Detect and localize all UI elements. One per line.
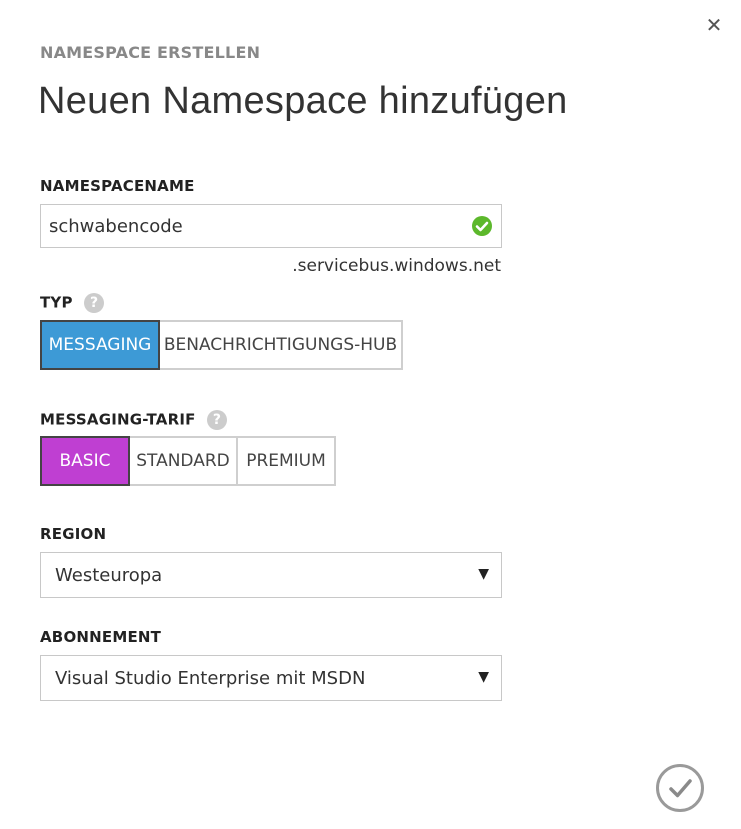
confirm-button[interactable]	[656, 764, 704, 812]
tarif-option-basic[interactable]: BASIC	[40, 436, 130, 486]
typ-option-messaging[interactable]: MESSAGING	[40, 320, 160, 370]
caret-down-icon: ▼	[478, 566, 489, 582]
abonnement-select-value: Visual Studio Enterprise mit MSDN	[55, 668, 366, 689]
typ-toggle-group: MESSAGING BENACHRICHTIGUNGS-HUB	[40, 320, 403, 370]
tarif-label-row: MESSAGING-TARIF ?	[40, 410, 227, 430]
namespace-suffix: .servicebus.windows.net	[292, 256, 501, 276]
typ-option-notification-hub[interactable]: BENACHRICHTIGUNGS-HUB	[158, 320, 403, 370]
abonnement-label: ABONNEMENT	[40, 628, 162, 646]
caret-down-icon: ▼	[478, 669, 489, 685]
typ-label-row: TYP ?	[40, 293, 105, 313]
tarif-option-premium[interactable]: PREMIUM	[236, 436, 336, 486]
close-icon[interactable]: ✕	[703, 14, 725, 36]
tarif-label: MESSAGING-TARIF	[40, 410, 196, 429]
help-icon[interactable]: ?	[84, 293, 105, 313]
region-label: REGION	[40, 525, 107, 543]
namespace-input-value: schwabencode	[49, 216, 183, 237]
typ-label: TYP	[40, 293, 73, 312]
tarif-toggle-group: BASIC STANDARD PREMIUM	[40, 436, 336, 486]
valid-check-icon	[472, 216, 492, 236]
checkmark-icon	[669, 779, 692, 798]
dialog-title: Neuen Namespace hinzufügen	[38, 80, 568, 122]
namespace-input[interactable]: schwabencode	[40, 204, 502, 248]
namespace-label: NAMESPACENAME	[40, 177, 195, 195]
region-select[interactable]: Westeuropa ▼	[40, 552, 502, 598]
dialog-subtitle: NAMESPACE ERSTELLEN	[40, 43, 261, 62]
abonnement-select[interactable]: Visual Studio Enterprise mit MSDN ▼	[40, 655, 502, 701]
tarif-option-standard[interactable]: STANDARD	[128, 436, 238, 486]
help-icon[interactable]: ?	[207, 410, 227, 430]
region-select-value: Westeuropa	[55, 565, 163, 586]
